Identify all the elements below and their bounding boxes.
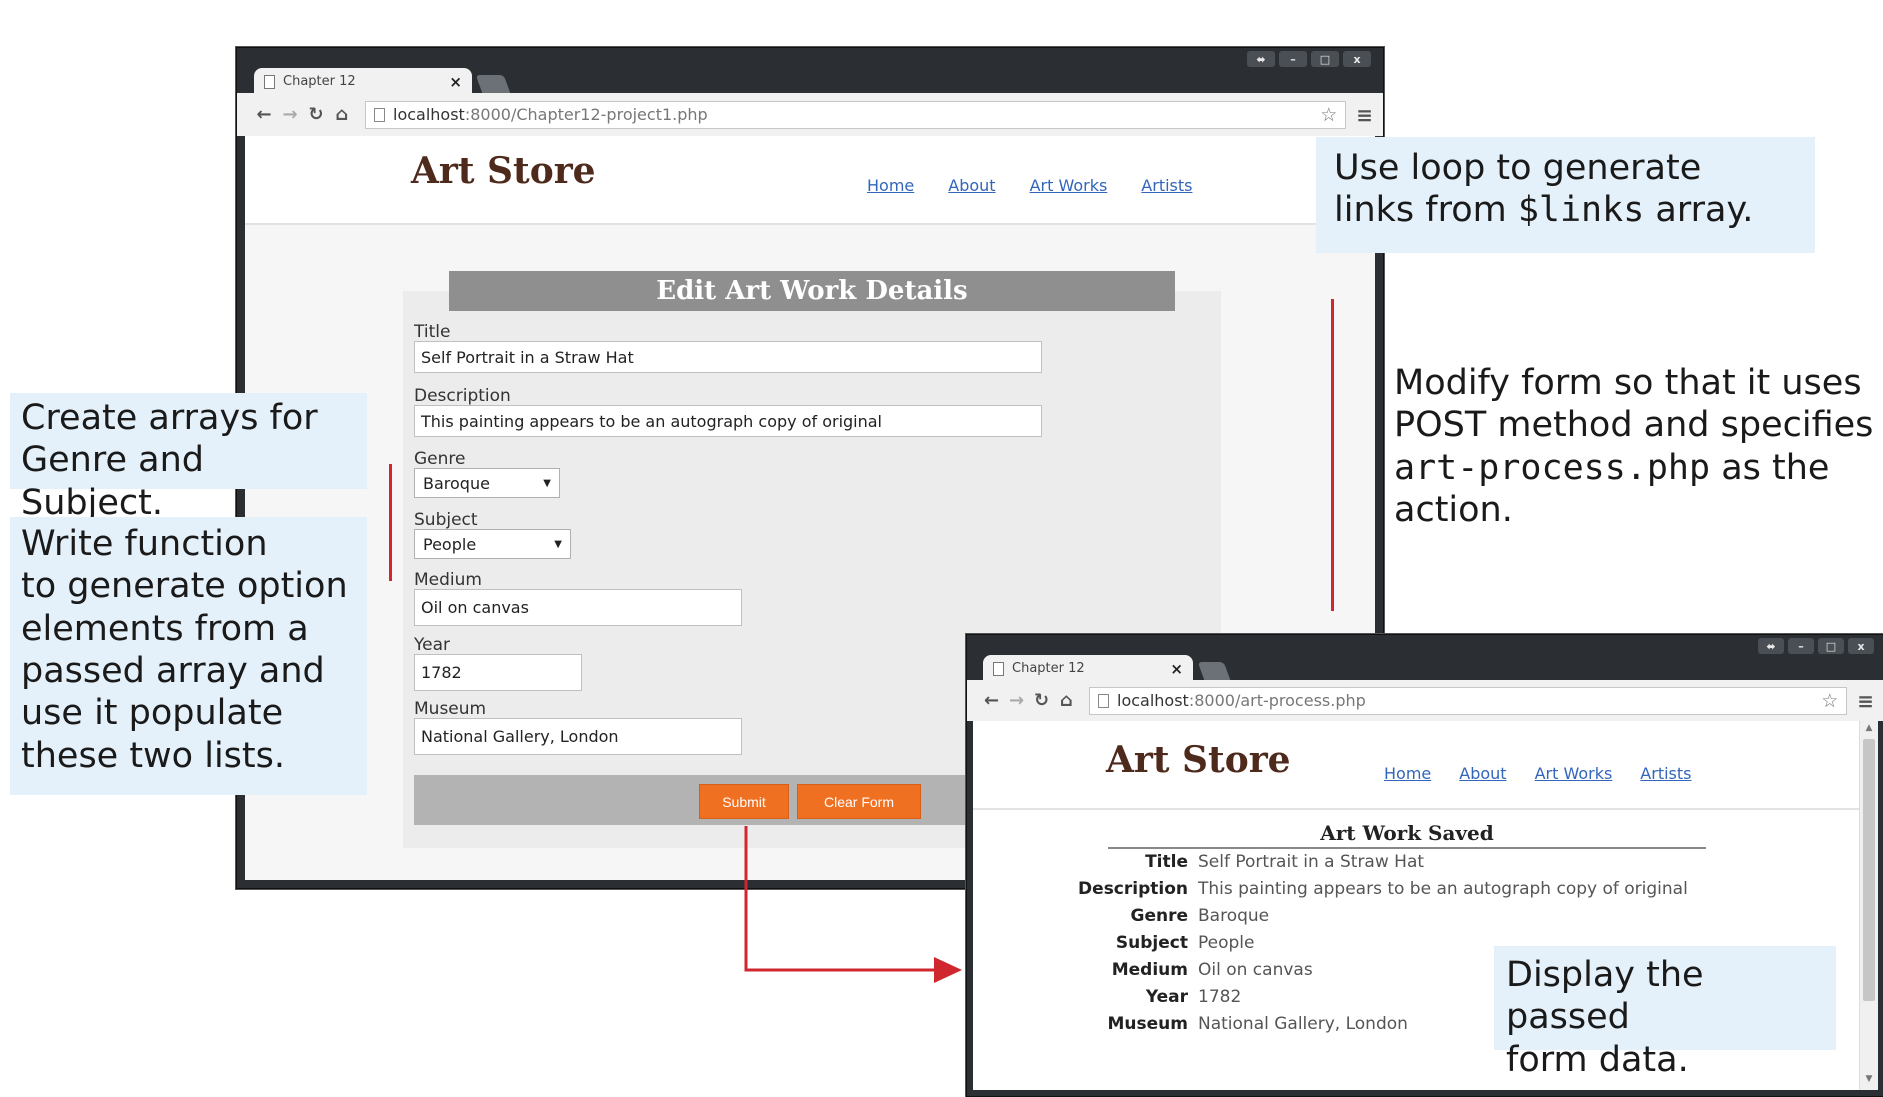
callout-text: array. [1644,190,1754,231]
callout-text: Modify form so that it uses POST method … [1394,363,1874,446]
callout-arrays: Create arrays for Genre and Subject. [10,393,367,523]
callout-loop-links: Use loop to generate links from $links a… [1316,137,1815,253]
callout-function: Write function to generate option elemen… [10,517,367,795]
callout-modify-form: Modify form so that it uses POST method … [1394,362,1883,531]
callout-code: art-process.php [1394,447,1711,488]
callout-code: $links [1517,190,1645,231]
callout-display: Display the passed form data. [1494,946,1836,1080]
